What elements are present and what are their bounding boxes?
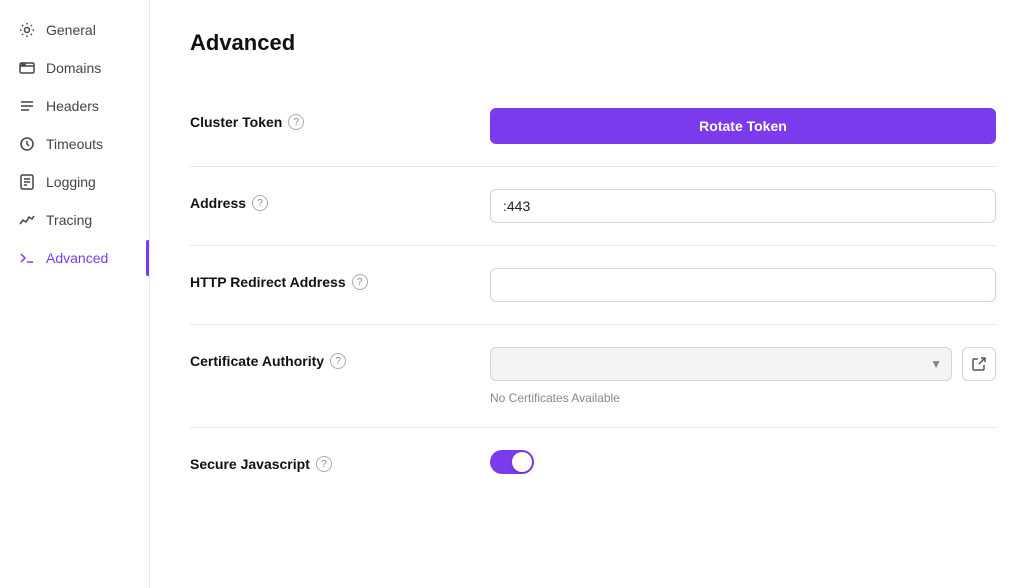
- http-redirect-input[interactable]: [490, 268, 996, 302]
- http-redirect-label: HTTP Redirect Address: [190, 274, 346, 290]
- sidebar-item-domains-label: Domains: [46, 60, 101, 76]
- address-help-icon[interactable]: ?: [252, 195, 268, 211]
- http-redirect-row: HTTP Redirect Address ?: [190, 246, 996, 325]
- certificate-authority-hint: No Certificates Available: [490, 391, 996, 405]
- http-redirect-control: [490, 268, 996, 302]
- cluster-token-row: Cluster Token ? Rotate Token: [190, 86, 996, 167]
- sidebar-item-general[interactable]: General: [0, 12, 149, 48]
- http-redirect-help-icon[interactable]: ?: [352, 274, 368, 290]
- sidebar-item-tracing-label: Tracing: [46, 212, 92, 228]
- sidebar-item-headers[interactable]: Headers: [0, 88, 149, 124]
- secure-javascript-help-icon[interactable]: ?: [316, 456, 332, 472]
- toggle-thumb: [512, 452, 532, 472]
- sidebar-item-headers-label: Headers: [46, 98, 99, 114]
- cluster-token-help-icon[interactable]: ?: [288, 114, 304, 130]
- sidebar-item-domains[interactable]: Domains: [0, 50, 149, 86]
- secure-javascript-toggle[interactable]: [490, 450, 534, 474]
- main-content: Advanced Cluster Token ? Rotate Token Ad…: [150, 0, 1036, 588]
- address-control: [490, 189, 996, 223]
- domains-icon: [18, 59, 36, 77]
- secure-javascript-control: [490, 450, 996, 474]
- rotate-token-button[interactable]: Rotate Token: [490, 108, 996, 144]
- external-link-button[interactable]: [962, 347, 996, 381]
- sidebar-item-timeouts-label: Timeouts: [46, 136, 103, 152]
- http-redirect-label-col: HTTP Redirect Address ?: [190, 268, 470, 290]
- certificate-authority-row-inner: ▼: [490, 347, 996, 381]
- sidebar: General Domains Headers Ti: [0, 0, 150, 588]
- sidebar-item-general-label: General: [46, 22, 96, 38]
- cluster-token-control: Rotate Token: [490, 108, 996, 144]
- sidebar-item-advanced-label: Advanced: [46, 250, 108, 266]
- certificate-authority-label: Certificate Authority: [190, 353, 324, 369]
- advanced-icon: [18, 249, 36, 267]
- address-input[interactable]: [490, 189, 996, 223]
- secure-javascript-row: Secure Javascript ?: [190, 428, 996, 496]
- headers-icon: [18, 97, 36, 115]
- sidebar-item-timeouts[interactable]: Timeouts: [0, 126, 149, 162]
- certificate-authority-row: Certificate Authority ? ▼: [190, 325, 996, 428]
- certificate-authority-label-col: Certificate Authority ?: [190, 347, 470, 369]
- certificate-authority-select[interactable]: [490, 347, 952, 381]
- page-title: Advanced: [190, 30, 996, 56]
- address-row: Address ?: [190, 167, 996, 246]
- tracing-icon: [18, 211, 36, 229]
- certificate-authority-select-wrapper: ▼: [490, 347, 952, 381]
- secure-javascript-label-col: Secure Javascript ?: [190, 450, 470, 472]
- certificate-authority-help-icon[interactable]: ?: [330, 353, 346, 369]
- sidebar-item-tracing[interactable]: Tracing: [0, 202, 149, 238]
- secure-javascript-toggle-wrap: [490, 450, 996, 474]
- sidebar-item-advanced[interactable]: Advanced: [0, 240, 149, 276]
- cluster-token-label: Cluster Token: [190, 114, 282, 130]
- cluster-token-label-col: Cluster Token ?: [190, 108, 470, 130]
- address-label: Address: [190, 195, 246, 211]
- timeouts-icon: [18, 135, 36, 153]
- sidebar-item-logging[interactable]: Logging: [0, 164, 149, 200]
- certificate-authority-control: ▼ No Certificates Available: [490, 347, 996, 405]
- sidebar-item-logging-label: Logging: [46, 174, 96, 190]
- address-label-col: Address ?: [190, 189, 470, 211]
- gear-icon: [18, 21, 36, 39]
- logging-icon: [18, 173, 36, 191]
- secure-javascript-label: Secure Javascript: [190, 456, 310, 472]
